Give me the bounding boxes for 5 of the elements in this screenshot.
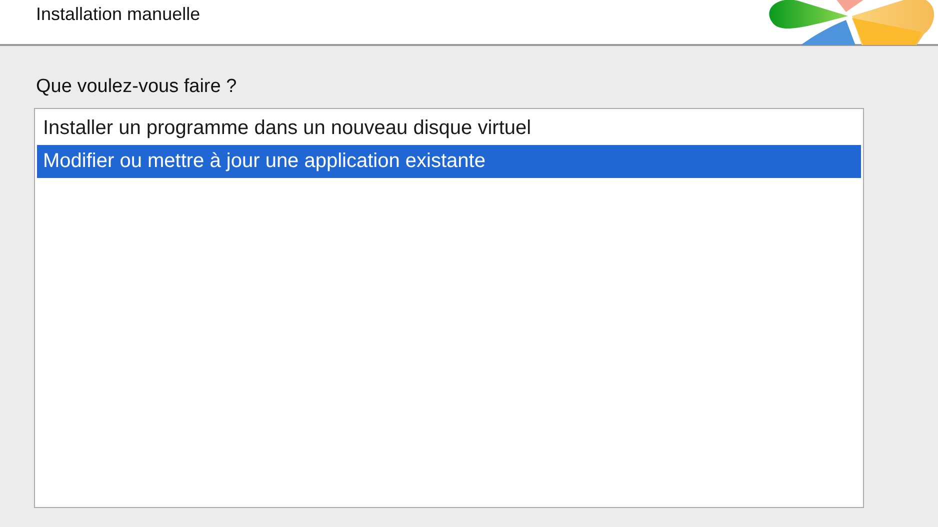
dialog-title: Installation manuelle [36,4,200,25]
question-label: Que voulez-vous faire ? [36,76,238,98]
options-list[interactable]: Installer un programme dans un nouveau disque virtuel Modifier ou mettre à jour une application existante [34,108,864,508]
list-item[interactable]: Modifier ou mettre à jour une application existante [37,145,861,178]
list-item[interactable]: Installer un programme dans un nouveau disque virtuel [37,112,861,145]
